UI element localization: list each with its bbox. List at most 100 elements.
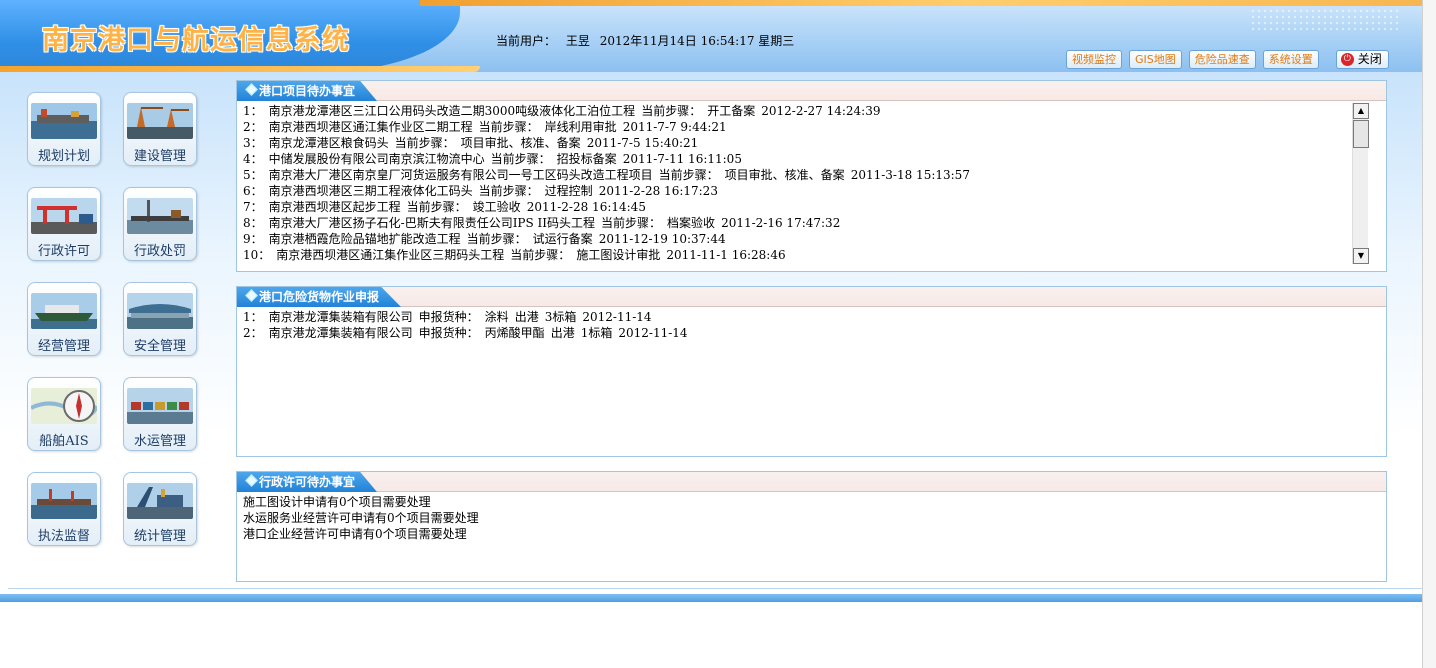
project-row[interactable]: 4： 中储发展股份有限公司南京滨江物流中心 当前步骤： 招投标备案 2011-7-11 …: [243, 151, 1380, 167]
project-row[interactable]: 10： 南京港西坝港区通江集作业区三期码头工程 当前步骤： 施工图设计审批 2011-1…: [243, 247, 1380, 263]
nav-tile-enforcement[interactable]: 执法监督: [27, 472, 101, 546]
ferry-terminal-icon: [127, 293, 193, 329]
nav-label-admin-penalty: 行政处罚: [133, 244, 186, 259]
project-row[interactable]: 7： 南京港西坝港区起步工程 当前步骤： 竣工验收 2011-2-28 16:14:45: [243, 199, 1380, 215]
project-row[interactable]: 8： 南京港大厂港区扬子石化-巴斯夫有限责任公司IPS II码头工程 当前步骤： 档案…: [243, 215, 1380, 231]
step-value: 项目审批、核准、备案: [460, 136, 581, 150]
company-name-link[interactable]: 南京港龙潭集装箱有限公司: [269, 310, 413, 324]
row-number: 10：: [243, 248, 271, 262]
dangerous-goods-row[interactable]: 2： 南京港龙潭集装箱有限公司 申报货种： 丙烯酸甲酯 出港 1标箱 2012-11-14: [243, 325, 1380, 341]
nav-tile-statistics[interactable]: 统计管理: [123, 472, 197, 546]
nav-label-safety: 安全管理: [133, 339, 186, 354]
step-label: 当前步骤：: [466, 232, 527, 246]
project-name-link[interactable]: 南京港西坝港区通江集作业区二期工程: [269, 120, 473, 134]
step-label: 当前步骤：: [658, 168, 719, 182]
panel-header: 行政许可待办事宜: [237, 472, 1386, 492]
current-user-name: 王昱: [565, 34, 590, 48]
project-name-link[interactable]: 南京港栖霞危险品锚地扩能改造工程: [269, 232, 461, 246]
app-title: 南京港口与航运信息系统: [42, 25, 350, 56]
close-button[interactable]: ⏻ 关闭: [1335, 50, 1389, 69]
system-settings-button[interactable]: 系统设置: [1262, 50, 1319, 69]
step-value: 档案验收: [667, 216, 716, 230]
project-row[interactable]: 2： 南京港西坝港区通江集作业区二期工程 当前步骤： 岸线利用审批 2011-7-7 9…: [243, 119, 1380, 135]
nav-tile-admin-permit[interactable]: 行政许可: [27, 187, 101, 261]
project-name-link[interactable]: 南京港西坝港区三期工程液体化工码头: [269, 184, 473, 198]
hazmat-lookup-button[interactable]: 危险品速查: [1188, 50, 1256, 69]
panel-tab: 港口危险货物作业申报: [237, 287, 402, 307]
dangerous-goods-row[interactable]: 1： 南京港龙潭集装箱有限公司 申报货种： 涂料 出港 3标箱 2012-11-14: [243, 309, 1380, 325]
row-number: 6：: [243, 184, 263, 198]
panel-title: 行政许可待办事宜: [259, 475, 356, 489]
admin-permit-row[interactable]: 水运服务业经营许可申请有0个项目需要处理: [243, 510, 1380, 526]
scroll-up-icon[interactable]: ▲: [1353, 103, 1369, 119]
step-value: 试运行备案: [532, 232, 593, 246]
project-row[interactable]: 6： 南京港西坝港区三期工程液体化工码头 当前步骤： 过程控制 2011-2-28 16…: [243, 183, 1380, 199]
scroll-down-icon[interactable]: ▼: [1353, 248, 1369, 264]
nav-tile-operations[interactable]: 经营管理: [27, 282, 101, 356]
nav-label-admin-permit: 行政许可: [37, 244, 90, 259]
footer-bar: [0, 594, 1422, 602]
dangerous-goods-list: 1： 南京港龙潭集装箱有限公司 申报货种： 涂料 出港 3标箱 2012-11-14 2： 南京…: [237, 307, 1386, 343]
row-time: 2011-7-11 16:11:05: [622, 152, 742, 166]
gis-map-button[interactable]: GIS地图: [1129, 50, 1182, 69]
header-top-accent: [420, 0, 1422, 6]
row-number: 9：: [243, 232, 263, 246]
admin-permit-row[interactable]: 施工图设计申请有0个项目需要处理: [243, 494, 1380, 510]
step-label: 当前步骤：: [478, 120, 539, 134]
project-row[interactable]: 9： 南京港栖霞危险品锚地扩能改造工程 当前步骤： 试运行备案 2011-12-19 1…: [243, 231, 1380, 247]
company-name-link[interactable]: 南京港龙潭集装箱有限公司: [269, 326, 413, 340]
cargo-label: 申报货种：: [418, 310, 479, 324]
panel-admin-permit-todo: 行政许可待办事宜 施工图设计申请有0个项目需要处理 水运服务业经营许可申请有0个项…: [236, 471, 1387, 582]
nav-tile-waterway[interactable]: 水运管理: [123, 377, 197, 451]
project-name-link[interactable]: 南京港大厂港区扬子石化-巴斯夫有限责任公司IPS II码头工程: [269, 216, 595, 230]
nav-tile-ship-ais[interactable]: 船舶AIS: [27, 377, 101, 451]
row-date: 2012-11-14: [618, 326, 688, 340]
row-number: 2：: [243, 326, 263, 340]
step-label: 当前步骤：: [490, 152, 551, 166]
project-name-link[interactable]: 南京龙潭港区粮食码头: [269, 136, 389, 150]
cargo-value: 涂料: [484, 310, 509, 324]
admin-permit-row[interactable]: 港口企业经营许可申请有0个项目需要处理: [243, 526, 1380, 542]
scroll-thumb[interactable]: [1353, 120, 1369, 148]
project-list-scrollbar[interactable]: ▲ ▼: [1352, 103, 1369, 264]
project-name-link[interactable]: 中储发展股份有限公司南京滨江物流中心: [269, 152, 485, 166]
step-value: 招投标备案: [556, 152, 617, 166]
page-scrollbar[interactable]: [1422, 0, 1436, 668]
project-name-link[interactable]: 南京港龙潭港区三江口公用码头改造二期3000吨级液体化工泊位工程: [269, 104, 636, 118]
project-name-link[interactable]: 南京港西坝港区起步工程: [269, 200, 401, 214]
row-time: 2011-11-1 16:28:46: [666, 248, 786, 262]
quantity-value: 1标箱: [580, 326, 613, 340]
project-row[interactable]: 1： 南京港龙潭港区三江口公用码头改造二期3000吨级液体化工泊位工程 当前步骤： 开…: [243, 103, 1380, 119]
pier-icon: [127, 198, 193, 234]
project-list: 1： 南京港龙潭港区三江口公用码头改造二期3000吨级液体化工泊位工程 当前步骤： 开…: [237, 101, 1386, 265]
step-label: 当前步骤：: [394, 136, 455, 150]
toolbar: 视频监控 GIS地图 危险品速查 系统设置 ⏻ 关闭: [1066, 50, 1389, 70]
panel-project-todo: 港口项目待办事宜 1： 南京港龙潭港区三江口公用码头改造二期3000吨级液体化工泊…: [236, 80, 1387, 272]
nav-tile-planning[interactable]: 规划计划: [27, 92, 101, 166]
panel-title: 港口项目待办事宜: [259, 84, 356, 98]
project-name-link[interactable]: 南京港大厂港区南京皇厂河货运服务有限公司一号工区码头改造工程项目: [269, 168, 653, 182]
video-monitor-button[interactable]: 视频监控: [1066, 50, 1122, 69]
row-number: 3：: [243, 136, 263, 150]
row-time: 2011-2-16 17:47:32: [721, 216, 841, 230]
project-row[interactable]: 3： 南京龙潭港区粮食码头 当前步骤： 项目审批、核准、备案 2011-7-5 15:4…: [243, 135, 1380, 151]
row-number: 7：: [243, 200, 263, 214]
direction-value: 出港: [514, 310, 539, 324]
step-label: 当前步骤：: [641, 104, 702, 118]
project-name-link[interactable]: 南京港西坝港区通江集作业区三期码头工程: [276, 248, 504, 262]
ship-icon: [31, 293, 97, 329]
admin-permit-list: 施工图设计申请有0个项目需要处理 水运服务业经营许可申请有0个项目需要处理 港口企业…: [237, 492, 1386, 544]
decorative-dots: [1250, 8, 1400, 34]
panel-tab: 港口项目待办事宜: [237, 81, 378, 101]
row-number: 2：: [243, 120, 263, 134]
nav-tile-safety[interactable]: 安全管理: [123, 282, 197, 356]
project-row[interactable]: 5： 南京港大厂港区南京皇厂河货运服务有限公司一号工区码头改造工程项目 当前步骤： 项…: [243, 167, 1380, 183]
port-planning-icon: [31, 103, 97, 139]
step-label: 当前步骤：: [601, 216, 662, 230]
nav-label-construction: 建设管理: [133, 149, 186, 164]
current-datetime: 2012年11月14日 16:54:17 星期三: [599, 34, 795, 48]
nav-tile-construction[interactable]: 建设管理: [123, 92, 197, 166]
user-info: 当前用户： 王昱 2012年11月14日 16:54:17 星期三: [496, 32, 800, 49]
cargo-label: 申报货种：: [418, 326, 479, 340]
nav-tile-admin-penalty[interactable]: 行政处罚: [123, 187, 197, 261]
